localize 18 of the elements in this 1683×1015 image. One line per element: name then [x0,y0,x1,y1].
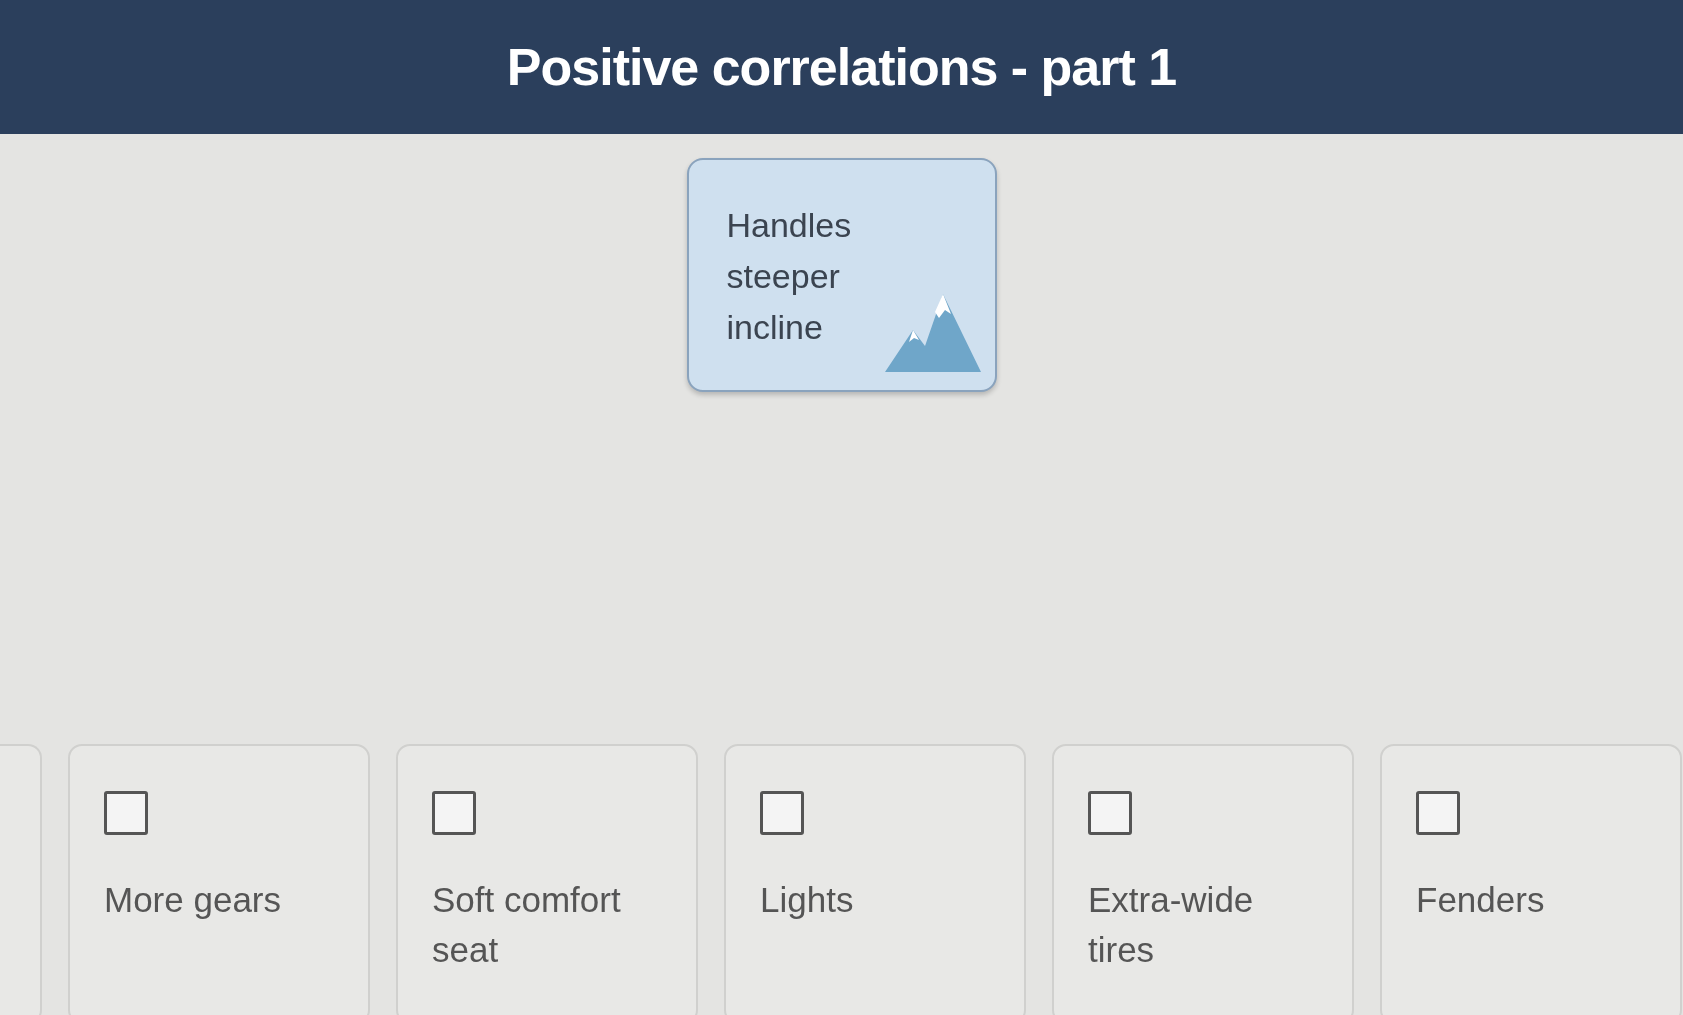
option-card[interactable]: Lights [724,744,1026,1015]
checkbox[interactable] [1088,791,1132,835]
prompt-card[interactable]: Handles steeper incline [686,158,997,392]
option-card[interactable]: Soft comfort seat [396,744,698,1015]
option-label: More gears [104,879,283,921]
option-label: Extra-wide tires [1088,879,1255,971]
page-title: Positive correlations - part 1 [506,36,1177,98]
checkbox[interactable] [104,791,148,835]
checkbox[interactable] [432,791,476,835]
checkbox[interactable] [1416,791,1460,835]
option-card[interactable]: Extra-wide tires [1052,744,1354,1015]
option-label: Lights [760,879,855,921]
option-label: Fenders [1416,879,1546,921]
option-card[interactable]: Fenders [1380,744,1682,1015]
checkbox[interactable] [760,791,804,835]
option-card[interactable]: More gears [68,744,370,1015]
option-label: Soft comfort seat [432,879,622,971]
prompt-text: Handles steeper incline [726,205,853,348]
